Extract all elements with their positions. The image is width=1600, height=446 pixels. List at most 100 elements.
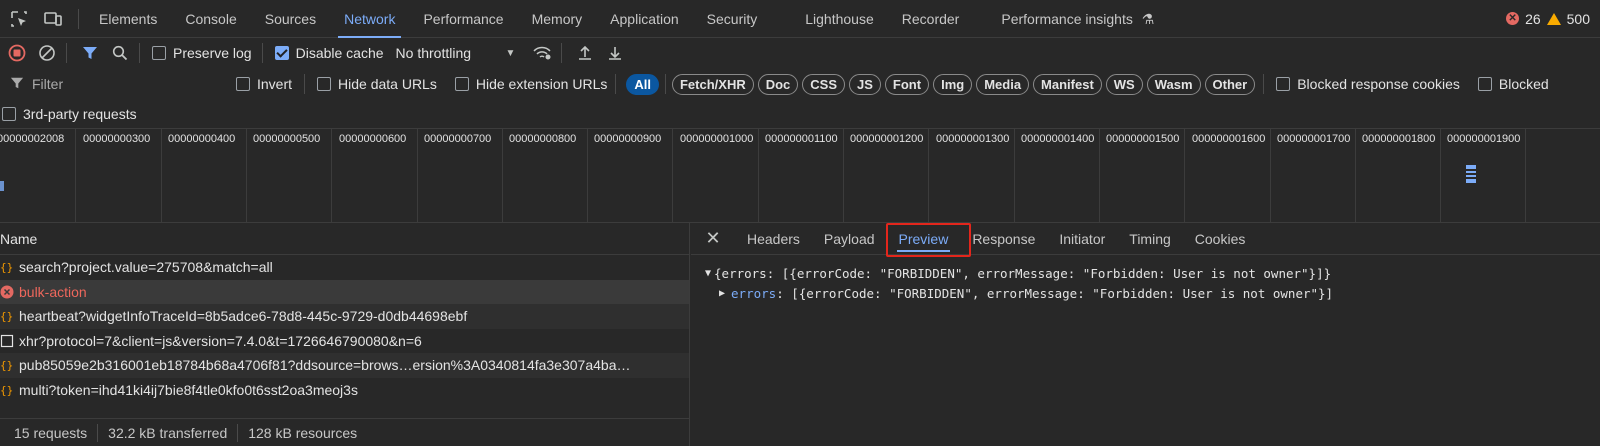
filter-input[interactable]: Filter [6, 72, 230, 96]
type-chip-font[interactable]: Font [884, 73, 930, 95]
third-party-box[interactable] [2, 107, 16, 121]
invert-box[interactable] [236, 77, 250, 91]
request-name: pub85059e2b316001eb18784b68a4706f81?ddso… [19, 357, 631, 374]
request-row[interactable]: bulk-action [0, 279, 689, 304]
tab-headers[interactable]: Headers [735, 223, 812, 255]
tab-payload[interactable]: Payload [812, 223, 887, 255]
tab-console[interactable]: Console [171, 0, 250, 38]
tab-network[interactable]: Network [330, 0, 409, 38]
tab-sources[interactable]: Sources [251, 0, 330, 38]
hide-extension-urls-box[interactable] [454, 77, 469, 91]
timeline-gridline [1184, 129, 1185, 222]
tab-application[interactable]: Application [596, 0, 693, 38]
collapsed-triangle-icon[interactable]: ▶ [719, 288, 725, 299]
timeline-gridline [587, 129, 588, 222]
hide-data-urls-label: Hide data URLs [338, 76, 437, 92]
record-stop-icon[interactable] [4, 40, 30, 66]
type-chip-wasm[interactable]: Wasm [1146, 73, 1201, 95]
timeline-tick-label: 00000002008 [0, 133, 65, 145]
type-chip-css[interactable]: CSS [802, 73, 846, 95]
tab-lighthouse[interactable]: Lighthouse [791, 0, 888, 38]
hide-data-urls-checkbox[interactable]: Hide data URLs [317, 76, 437, 92]
export-har-icon[interactable] [602, 40, 628, 66]
request-row[interactable]: {} heartbeat?widgetInfoTraceId=8b5adce6-… [0, 304, 689, 329]
hide-extension-urls-checkbox[interactable]: Hide extension URLs [454, 76, 607, 92]
timeline-bar-start [0, 181, 4, 191]
network-conditions-icon[interactable] [529, 40, 555, 66]
blocked-requests-box[interactable] [1477, 77, 1492, 91]
chevron-down-icon[interactable]: ▼ [506, 48, 516, 59]
type-chip-manifest[interactable]: Manifest [1033, 73, 1102, 95]
inspect-element-icon[interactable] [8, 8, 30, 30]
request-row[interactable]: {} search?project.value=275708&match=all [0, 255, 689, 280]
search-icon[interactable] [107, 40, 133, 66]
request-row[interactable]: {} multi?token=ihd41ki4ij7bie8f4tle0kfo0… [0, 378, 689, 403]
type-chip-doc[interactable]: Doc [757, 73, 799, 95]
flask-icon: ⚗ [1141, 10, 1155, 27]
tab-cookies[interactable]: Cookies [1183, 223, 1258, 255]
resources-size: 128 kB resources [248, 424, 358, 441]
request-name: heartbeat?widgetInfoTraceId=8b5adce6-78d… [19, 308, 468, 325]
timeline-gridline [1014, 129, 1015, 222]
filter-funnel-icon[interactable] [77, 40, 103, 66]
type-chip-media[interactable]: Media [976, 73, 1030, 95]
timeline-tick-label: 000000001800 [1362, 133, 1436, 145]
tab-recorder[interactable]: Recorder [888, 0, 988, 38]
tab-elements[interactable]: Elements [85, 0, 171, 38]
filter-icon [10, 76, 24, 93]
type-chip-js[interactable]: JS [849, 73, 881, 95]
timeline-tick-label: 000000001200 [850, 133, 924, 145]
throttling-value: No throttling [395, 45, 472, 61]
request-row[interactable]: xhr?protocol=7&client=js&version=7.4.0&t… [0, 329, 689, 354]
disable-cache-checkbox[interactable]: Disable cache [274, 45, 384, 61]
json-errors-row[interactable]: ▶ errors : [{errorCode: "FORBIDDEN", err… [705, 283, 1600, 303]
timeline-gridline [843, 129, 844, 222]
type-chip-all[interactable]: All [626, 73, 659, 95]
throttling-select[interactable]: No throttling [396, 45, 502, 61]
blocked-response-cookies-checkbox[interactable]: Blocked response cookies [1276, 76, 1460, 92]
close-icon[interactable]: ✕ [691, 228, 735, 249]
tab-performance-insights[interactable]: Performance insights ⚗ [987, 0, 1168, 38]
detail-tabs: ✕ Headers Payload Preview Response Initi… [691, 223, 1600, 257]
issue-counts[interactable]: ✕ 26 500 [1506, 11, 1600, 27]
clear-icon[interactable] [34, 40, 60, 66]
type-chip-fetch-xhr[interactable]: Fetch/XHR [671, 73, 754, 95]
error-request-icon [0, 285, 14, 299]
timeline-overview[interactable]: 00000002008 00000000300 00000000400 0000000… [0, 128, 1600, 223]
request-row[interactable]: {} pub85059e2b316001eb18784b68a4706f81?d… [0, 353, 689, 378]
type-chip-ws[interactable]: WS [1105, 73, 1143, 95]
type-chip-other[interactable]: Other [1204, 73, 1256, 95]
tab-initiator[interactable]: Initiator [1047, 223, 1117, 255]
blocked-response-cookies-box[interactable] [1276, 77, 1291, 91]
preserve-log-checkbox[interactable]: Preserve log [152, 45, 252, 61]
divider [139, 43, 140, 63]
json-root-row[interactable]: ▼ {errors: [{errorCode: "FORBIDDEN", err… [705, 263, 1600, 283]
preview-tab-highlight [886, 223, 971, 257]
tab-security[interactable]: Security [693, 0, 792, 38]
divider [1263, 74, 1265, 94]
import-har-icon[interactable] [572, 40, 598, 66]
disable-cache-box[interactable] [274, 46, 289, 60]
tab-timing[interactable]: Timing [1117, 223, 1183, 255]
timeline-gridline [1525, 129, 1526, 222]
hide-data-urls-box[interactable] [317, 77, 332, 91]
tab-response[interactable]: Response [960, 223, 1047, 255]
divider [304, 74, 306, 94]
device-toolbar-icon[interactable] [42, 8, 64, 30]
preserve-log-box[interactable] [152, 46, 166, 60]
expanded-triangle-icon[interactable]: ▼ [705, 268, 711, 279]
xhr-request-icon: {} [0, 309, 14, 323]
type-chip-img[interactable]: Img [933, 73, 973, 95]
tab-performance[interactable]: Performance [409, 0, 517, 38]
third-party-checkbox[interactable]: 3rd-party requests [2, 106, 137, 122]
timeline-gridline [1270, 129, 1271, 222]
request-name: bulk-action [19, 283, 87, 300]
tab-memory[interactable]: Memory [518, 0, 597, 38]
svg-text:{}: {} [0, 261, 13, 274]
third-party-label: 3rd-party requests [23, 106, 137, 122]
name-column-header[interactable]: Name [0, 223, 689, 255]
xhr-request-icon: {} [0, 358, 14, 372]
timeline-gridline [1355, 129, 1356, 222]
blocked-requests-checkbox[interactable]: Blocked [1477, 76, 1549, 92]
invert-checkbox[interactable]: Invert [236, 76, 292, 92]
